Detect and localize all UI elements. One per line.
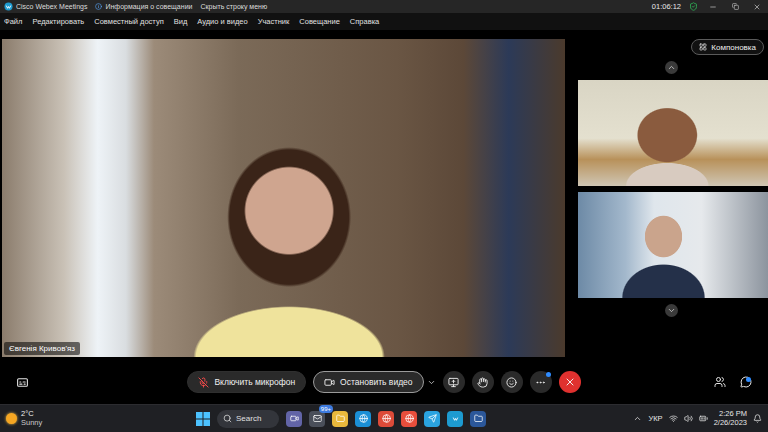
chat-button[interactable]	[740, 376, 752, 388]
chrome-app[interactable]	[378, 411, 394, 427]
smile-icon	[506, 377, 517, 388]
menu-item[interactable]: Редактировать	[32, 17, 84, 26]
taskbar-apps: Search 99+	[126, 410, 633, 428]
participants-button[interactable]	[714, 376, 726, 388]
more-button[interactable]	[530, 371, 552, 393]
close-icon	[753, 3, 761, 11]
mic-muted-icon	[198, 377, 209, 388]
folder-icon	[336, 414, 345, 423]
title-link[interactable]: Информация о совещании	[95, 3, 192, 10]
notification-dot	[746, 377, 751, 382]
raise-hand-button[interactable]	[472, 371, 494, 393]
minimize-button[interactable]	[706, 3, 720, 11]
meeting-timer: 01:06:12	[652, 2, 681, 11]
mail-app[interactable]: 99+	[309, 411, 325, 427]
share-screen-icon	[448, 377, 459, 388]
webex-logo-icon	[4, 2, 13, 11]
menu-item[interactable]: Файл	[4, 17, 22, 26]
telegram-app[interactable]	[424, 411, 440, 427]
video-stage: Євгенія Кривов'яз Компоновка	[0, 30, 768, 360]
menu-item[interactable]: Аудио и видео	[197, 17, 247, 26]
telegram-icon	[428, 414, 437, 423]
document-icon	[474, 414, 483, 423]
taskbar: 2°CSunny Search 99+ УКР 2:26 PM2/26/2023	[0, 404, 768, 432]
browser-icon	[405, 414, 414, 423]
clock-date: 2/26/2023	[714, 419, 747, 428]
more-icon	[535, 377, 546, 388]
unread-badge: 99+	[319, 405, 333, 413]
participants-icon	[714, 376, 726, 388]
notifications-icon[interactable]	[753, 414, 762, 423]
chevron-down-icon	[667, 306, 676, 315]
end-call-button[interactable]	[559, 371, 581, 393]
layout-icon	[699, 43, 707, 51]
video-options-button[interactable]	[427, 378, 436, 387]
webex-logo-icon	[451, 414, 460, 423]
meet-app[interactable]	[286, 411, 302, 427]
info-icon	[95, 3, 102, 10]
browser-icon	[359, 414, 368, 423]
participant-thumbnail[interactable]	[578, 80, 768, 186]
captions-button[interactable]	[16, 376, 29, 389]
windows-start-icon[interactable]	[196, 412, 210, 426]
menu-item[interactable]: Совещание	[299, 17, 340, 26]
system-tray: УКР 2:26 PM2/26/2023	[633, 410, 762, 427]
volume-icon[interactable]	[684, 414, 693, 423]
webex-window: Cisco Webex Meetings Информация о совещан…	[0, 0, 768, 432]
menu-item[interactable]: Участник	[258, 17, 290, 26]
word-app[interactable]	[470, 411, 486, 427]
scroll-down-button[interactable]	[665, 304, 678, 317]
mail-icon	[313, 414, 322, 423]
browser-icon	[382, 414, 391, 423]
participant-thumbnail[interactable]	[578, 192, 768, 298]
captions-icon	[16, 376, 29, 389]
microphone-button[interactable]: Включить микрофон	[187, 371, 306, 393]
weather-condition: Sunny	[21, 419, 42, 428]
share-button[interactable]	[443, 371, 465, 393]
title-bar: Cisco Webex Meetings Информация о совещан…	[0, 0, 768, 13]
menu-item[interactable]: Вид	[174, 17, 188, 26]
keyboard-language[interactable]: УКР	[648, 414, 662, 423]
weather-temp: 2°C	[21, 410, 42, 419]
chevron-down-icon	[427, 378, 436, 387]
main-video: Євгенія Кривов'яз	[2, 39, 565, 357]
wifi-icon[interactable]	[669, 414, 678, 423]
hand-icon	[477, 377, 488, 388]
camera-icon	[324, 377, 335, 388]
video-app-icon	[290, 414, 299, 423]
participant-name: Євгенія Кривов'яз	[4, 342, 80, 355]
minimize-icon	[709, 3, 717, 11]
search-icon	[223, 414, 232, 423]
menu-bar: Файл Редактировать Совместный доступ Вид Ауд…	[0, 13, 768, 30]
edge-app[interactable]	[355, 411, 371, 427]
taskbar-search[interactable]: Search	[217, 410, 279, 428]
chevron-up-icon	[667, 63, 676, 72]
tray-overflow-icon[interactable]	[633, 414, 642, 423]
weather-widget[interactable]: 2°CSunny	[6, 410, 126, 427]
end-call-icon	[564, 376, 576, 388]
control-bar: Включить микрофон Остановить видео	[0, 360, 768, 404]
webex-app[interactable]	[447, 411, 463, 427]
taskbar-clock[interactable]: 2:26 PM2/26/2023	[714, 410, 747, 427]
restore-icon	[732, 3, 739, 10]
video-button[interactable]: Остановить видео	[313, 371, 423, 393]
close-button[interactable]	[750, 3, 764, 11]
sun-icon	[6, 413, 17, 424]
restore-button[interactable]	[728, 3, 742, 10]
reactions-button[interactable]	[501, 371, 523, 393]
menu-item[interactable]: Справка	[350, 17, 379, 26]
thumbnail-panel: Компоновка	[573, 39, 764, 357]
title-link[interactable]: Скрыть строку меню	[200, 3, 267, 10]
browser-app[interactable]	[401, 411, 417, 427]
menu-item[interactable]: Совместный доступ	[94, 17, 163, 26]
battery-icon[interactable]	[699, 414, 708, 423]
layout-button[interactable]: Компоновка	[691, 39, 764, 55]
app-title: Cisco Webex Meetings	[4, 2, 87, 11]
scroll-up-button[interactable]	[665, 61, 678, 74]
clock-time: 2:26 PM	[719, 410, 747, 419]
notification-dot	[546, 372, 551, 377]
secure-shield-icon[interactable]	[689, 2, 698, 11]
explorer-app[interactable]	[332, 411, 348, 427]
